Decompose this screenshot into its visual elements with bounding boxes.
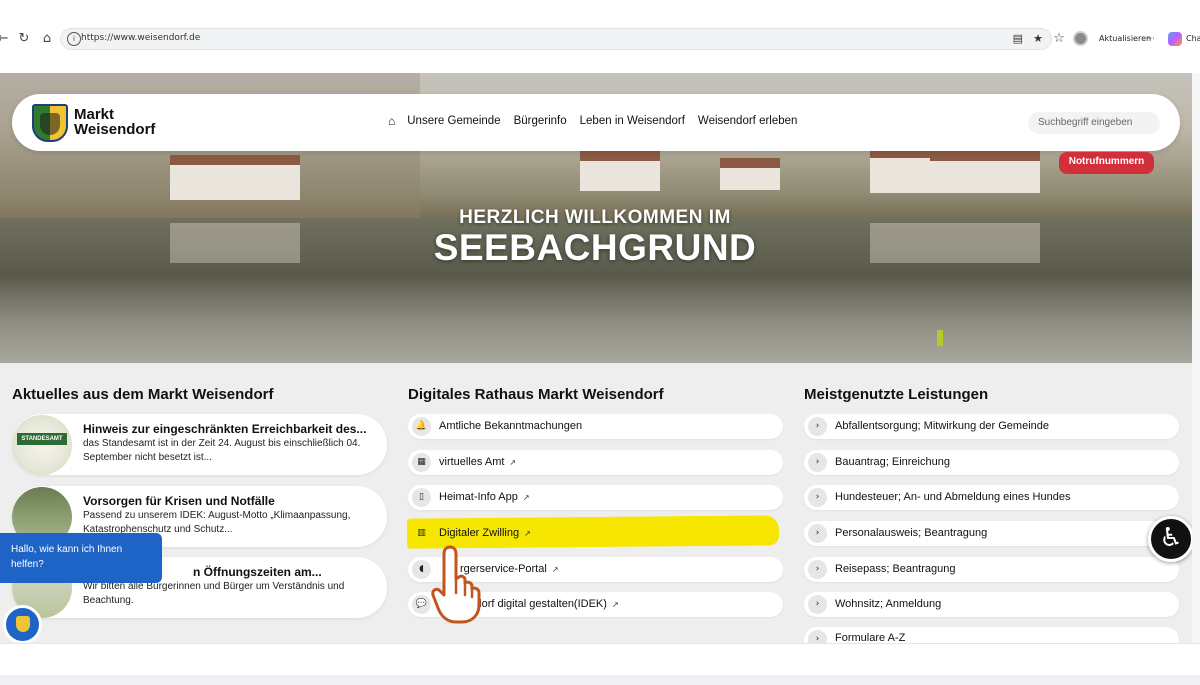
- external-link-icon: ↗: [522, 493, 530, 502]
- rathaus-item-bekanntmachungen[interactable]: 🔔 Amtliche Bekanntmachungen: [408, 414, 783, 439]
- update-button[interactable]: Aktualisieren: [1099, 30, 1151, 48]
- news-text: das Standesamt ist in der Zeit 24. Augus…: [83, 438, 361, 463]
- external-link-icon: ↗: [524, 529, 531, 538]
- main-nav: ⌂ Unsere Gemeinde Bürgerinfo Leben in We…: [388, 114, 810, 128]
- external-link-icon: ↗: [611, 600, 619, 609]
- building-icon: ▦: [412, 453, 431, 472]
- hand-pointer-icon: [431, 545, 481, 624]
- nav-leben-in-weisendorf[interactable]: Leben in Weisendorf: [580, 115, 685, 127]
- chatbot-icon[interactable]: [3, 605, 42, 644]
- coat-of-arms-logo[interactable]: [32, 104, 68, 142]
- nav-weisendorf-erleben[interactable]: Weisendorf erleben: [698, 115, 798, 127]
- url-text[interactable]: https://www.weisendorf.de: [81, 33, 200, 43]
- nav-unsere-gemeinde[interactable]: Unsere Gemeinde: [407, 115, 500, 127]
- service-item-label: Personalausweis; Beantragung: [835, 527, 988, 539]
- copilot-icon[interactable]: [1168, 32, 1182, 46]
- search-input[interactable]: Suchbegriff eingeben: [1028, 112, 1160, 134]
- service-item-label: Bauantrag; Einreichung: [835, 456, 950, 468]
- news-thumbnail: STANDESAMT: [12, 415, 72, 475]
- chevron-right-icon: ›: [808, 417, 827, 436]
- star-icon[interactable]: ★: [1033, 32, 1043, 45]
- accessibility-icon[interactable]: ♿: [1148, 516, 1194, 562]
- rathaus-section-title: Digitales Rathaus Markt Weisendorf: [408, 386, 664, 403]
- rathaus-item-label: Digitaler Zwilling ↗: [439, 527, 531, 539]
- chevron-right-icon: ›: [808, 595, 827, 614]
- site-header: Markt Weisendorf ⌂ Unsere Gemeinde Bürge…: [12, 94, 1180, 151]
- reload-icon[interactable]: ↻: [15, 30, 33, 48]
- logo-line-2: Weisendorf: [74, 121, 156, 138]
- chevron-right-icon: ›: [808, 524, 827, 543]
- home-icon[interactable]: ⌂: [38, 30, 56, 48]
- home-icon[interactable]: ⌂: [388, 114, 395, 128]
- hero-title: SEEBACHGRUND: [433, 227, 757, 268]
- avatar[interactable]: [1073, 31, 1088, 46]
- rathaus-item-virtuelles-amt[interactable]: ▦ virtuelles Amt ↗: [408, 450, 783, 475]
- news-section-title: Aktuelles aus dem Markt Weisendorf: [12, 386, 274, 403]
- external-link-icon: ↗: [509, 458, 517, 467]
- logo-line-1: Markt: [74, 106, 115, 123]
- service-item[interactable]: › Formulare A-Z: [804, 627, 1179, 643]
- hero-house: [870, 148, 930, 193]
- hero-house: [930, 151, 1040, 193]
- hero-house: [580, 151, 660, 191]
- map-icon: ▥: [417, 528, 426, 538]
- service-item[interactable]: › Wohnsitz; Anmeldung: [804, 592, 1179, 617]
- rathaus-item-label: virtuelles Amt ↗: [439, 456, 517, 468]
- service-item[interactable]: › Personalausweis; Beantragung: [804, 521, 1179, 546]
- news-title[interactable]: n Öffnungszeiten am...: [193, 565, 322, 579]
- emergency-numbers-button[interactable]: Notrufnummern: [1059, 152, 1154, 174]
- chevron-right-icon: ›: [808, 630, 827, 643]
- news-title[interactable]: Vorsorgen für Krisen und Notfälle: [83, 494, 275, 508]
- news-card[interactable]: STANDESAMT Hinweis zur eingeschränkten E…: [12, 414, 387, 475]
- phone-icon: ▯: [412, 488, 431, 507]
- chevron-right-icon: ›: [808, 453, 827, 472]
- chat-greeting-bubble[interactable]: Hallo, wie kann ich Ihnen helfen?: [0, 533, 162, 583]
- news-title[interactable]: Hinweis zur eingeschränkten Erreichbarke…: [83, 422, 366, 436]
- back-icon[interactable]: ←: [0, 30, 12, 48]
- service-item-label: Formulare A-Z: [835, 632, 906, 643]
- site-logo-text[interactable]: Markt Weisendorf: [74, 107, 155, 137]
- service-item-label: Abfallentsorgung; Mitwirkung der Gemeind…: [835, 420, 1050, 432]
- services-section-title: Meistgenutzte Leistungen: [804, 386, 989, 403]
- favorites-icon[interactable]: ☆: [1050, 30, 1068, 48]
- external-link-icon: ↗: [551, 565, 559, 574]
- thumbnail-label: STANDESAMT: [17, 433, 67, 445]
- service-item-label: Hundesteuer; An- und Abmeldung eines Hun…: [835, 491, 1071, 503]
- rathaus-item-label: Heimat-Info App ↗: [439, 491, 530, 503]
- nav-buergerinfo[interactable]: Bürgerinfo: [514, 115, 567, 127]
- hero-house: [720, 158, 780, 190]
- lock-icon[interactable]: i: [67, 32, 81, 46]
- chevron-right-icon: ›: [808, 488, 827, 507]
- chevron-right-icon: ›: [808, 560, 827, 579]
- service-item-label: Reisepass; Beantragung: [835, 563, 956, 575]
- service-item-label: Wohnsitz; Anmeldung: [835, 598, 942, 610]
- rathaus-item-label: Amtliche Bekanntmachungen: [439, 420, 583, 432]
- hero-house: [170, 155, 300, 200]
- hero-subtitle: HERZLICH WILLKOMMEN IM: [459, 207, 731, 228]
- service-item[interactable]: › Abfallentsorgung; Mitwirkung der Gemei…: [804, 414, 1179, 439]
- service-item[interactable]: › Hundesteuer; An- und Abmeldung eines H…: [804, 485, 1179, 510]
- page-scrollbar[interactable]: [1192, 73, 1200, 643]
- more-menu-icon[interactable]: ···: [1147, 30, 1155, 48]
- browser-toolbar: ← ↻ ⌂ i https://www.weisendorf.de ▤ ★ ☆ …: [0, 26, 1200, 52]
- hero-marker: [937, 330, 943, 346]
- address-bar[interactable]: i https://www.weisendorf.de ▤ ★: [60, 28, 1052, 50]
- news-text: Wir bitten alle Bürgerinnen und Bürger u…: [83, 581, 345, 606]
- rathaus-item-heimat-info-app[interactable]: ▯ Heimat-Info App ↗: [408, 485, 783, 510]
- reader-icon[interactable]: ▤: [1013, 32, 1023, 45]
- service-item[interactable]: › Reisepass; Beantragung: [804, 557, 1179, 582]
- bell-icon: 🔔: [412, 417, 431, 436]
- taskbar-strip: [0, 675, 1200, 685]
- chat-label[interactable]: Cha: [1186, 30, 1200, 48]
- service-item[interactable]: › Bauantrag; Einreichung: [804, 450, 1179, 475]
- browser-chrome: ← ↻ ⌂ i https://www.weisendorf.de ▤ ★ ☆ …: [0, 0, 1200, 73]
